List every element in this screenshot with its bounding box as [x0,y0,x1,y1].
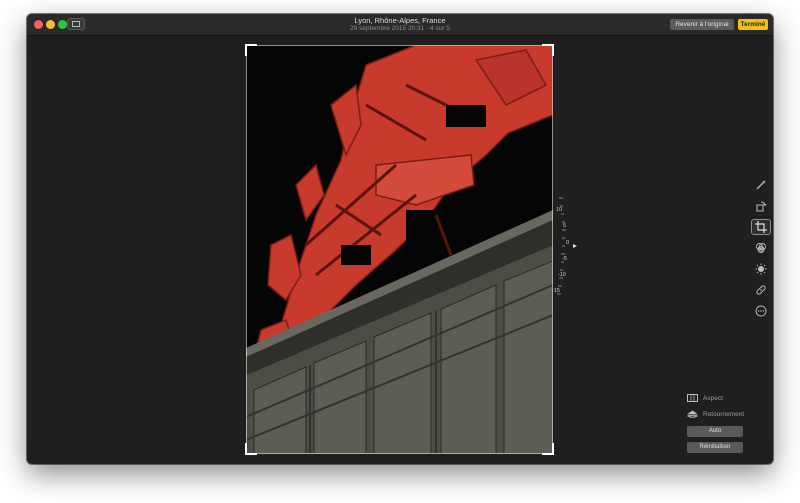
enhance-button[interactable] [751,177,771,193]
flip-label: Retournement [703,410,745,418]
magic-wand-icon [756,180,766,190]
photos-edit-window: Lyon, Rhône-Alpes, France 29 septembre 2… [27,14,773,464]
dial-tick-label: -5 [562,256,567,262]
auto-button[interactable]: Auto [687,426,743,437]
title-bar: Lyon, Rhône-Alpes, France 29 septembre 2… [27,14,773,36]
dial-tick-label: 0 [566,240,570,246]
dial-tick-label: -10 [558,272,566,278]
reset-button[interactable]: Réinitialiser [687,442,743,453]
adjust-icon [755,263,767,275]
rotate-icon [756,201,767,212]
aspect-ratio-icon [687,394,698,402]
rotate-button[interactable] [751,198,771,214]
more-button[interactable] [751,303,771,319]
done-button[interactable]: Terminé [738,19,768,30]
crop-handle-top-right[interactable] [542,44,554,56]
filters-icon [756,243,766,253]
title-block: Lyon, Rhône-Alpes, France 29 septembre 2… [27,16,773,33]
crop-icon [755,221,767,233]
more-icon [755,305,767,317]
aspect-label: Aspect [703,394,723,402]
crop-frame[interactable] [245,44,554,455]
dial-tick-label: -15 [552,288,560,294]
aspect-option[interactable]: Aspect [687,394,723,402]
revert-to-original-button[interactable]: Revenir à l'original [670,19,734,30]
crop-handle-bottom-left[interactable] [245,443,257,455]
flip-icon [687,410,698,418]
retouch-button[interactable] [751,282,771,298]
dial-tick-label: 10 [556,207,563,213]
crop-handle-bottom-right[interactable] [542,443,554,455]
adjust-button[interactable] [751,261,771,277]
flip-option[interactable]: Retournement [687,410,744,418]
window-title: Lyon, Rhône-Alpes, France [354,16,446,25]
dial-tick-label: 5 [563,223,567,229]
window-subtitle: 29 septembre 2015 20:31 · 4 sur 5 [350,25,450,32]
retouch-icon [756,285,766,295]
crop-handle-top-left[interactable] [245,44,257,56]
filters-button[interactable] [751,240,771,256]
straighten-dial[interactable]: 10 5 0 -5 -10 -15 [547,192,589,304]
crop-button[interactable] [751,219,771,235]
